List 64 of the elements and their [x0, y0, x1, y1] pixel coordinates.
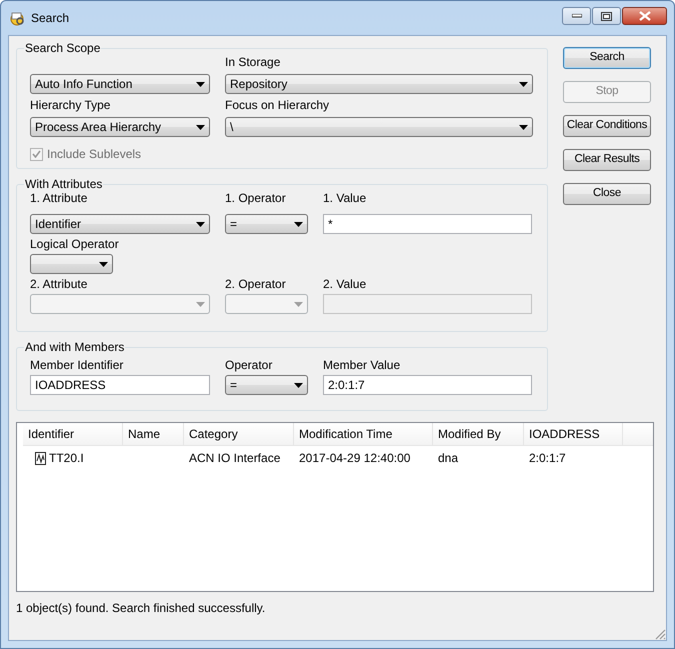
close-icon [638, 11, 650, 21]
field-label: 2. Attribute [30, 277, 88, 292]
dropdown[interactable]: Repository [225, 74, 533, 94]
checkbox-label: Include Sublevels [47, 147, 142, 162]
dialog-button[interactable]: Close [563, 183, 651, 205]
caret-icon [196, 222, 205, 227]
dropdown[interactable]: Auto Info Function [30, 74, 210, 94]
column-header[interactable]: Category [184, 423, 294, 446]
group-title: And with Members [24, 340, 126, 354]
field-label: Operator [225, 358, 274, 372]
field-label: 1. Operator [225, 191, 287, 206]
field-label: Member Value [323, 358, 402, 372]
app-icon [9, 10, 25, 26]
field-label: Hierarchy Type [30, 98, 112, 112]
field-label: 2. Operator [225, 277, 287, 292]
field-label: 1. Attribute [30, 191, 88, 206]
field-label: Logical Operator [30, 237, 120, 252]
column-header[interactable]: Modification Time [294, 423, 433, 446]
table-cell: 2017-04-29 12:40:00 [299, 451, 410, 466]
caret-icon [196, 82, 205, 86]
dialog-button[interactable]: Clear Results [563, 149, 651, 171]
caret-icon [294, 222, 303, 227]
minimize-button[interactable] [562, 7, 591, 25]
dropdown[interactable]: \ [225, 117, 533, 137]
dialog-button[interactable]: Search [563, 47, 651, 69]
caret-icon [519, 82, 528, 86]
minimize-icon [572, 14, 582, 18]
dropdown[interactable]: = [225, 214, 308, 234]
close-button[interactable] [622, 7, 667, 25]
caret-icon [196, 124, 205, 130]
column-header[interactable]: Name [123, 423, 184, 446]
input-field[interactable]: IOADDRESS [30, 375, 210, 396]
column-header[interactable]: Identifier [23, 423, 123, 446]
group-title: Search Scope [24, 41, 102, 55]
caret-icon [294, 382, 303, 388]
field-label: 2. Value [323, 277, 368, 292]
maximize-button[interactable] [592, 7, 621, 25]
column-header[interactable]: IOADDRESS [524, 423, 623, 446]
caret-icon [519, 124, 528, 130]
caret-icon [99, 262, 108, 267]
dropdown[interactable] [30, 254, 113, 274]
field-label: 1. Value [323, 191, 368, 206]
dropdown[interactable]: Process Area Hierarchy [30, 117, 210, 137]
column-header[interactable]: Modified By [433, 423, 524, 446]
dropdown[interactable]: Identifier [30, 214, 210, 234]
field-label: Member Identifier [30, 358, 124, 372]
signal-icon [35, 452, 46, 465]
field-label: In Storage [225, 55, 282, 69]
group-title: With Attributes [24, 177, 104, 192]
resize-grip-icon[interactable] [654, 628, 666, 640]
window-title: Search [31, 10, 70, 26]
table-cell: dna [438, 451, 458, 466]
caret-icon [196, 302, 205, 307]
table-cell: 2:0:1:7 [529, 451, 566, 466]
dialog-button[interactable]: Clear Conditions [563, 115, 651, 137]
dropdown[interactable]: = [225, 375, 308, 396]
field-label: Focus on Hierarchy [225, 98, 330, 112]
table-cell: TT20.I [49, 451, 84, 466]
input-field[interactable]: 2:0:1:7 [323, 375, 532, 396]
input-field[interactable]: * [323, 214, 532, 234]
caret-icon [294, 302, 303, 307]
maximize-icon [601, 12, 612, 20]
table-cell: ACN IO Interface [189, 451, 280, 466]
status-text: 1 object(s) found. Search finished successfully. [16, 601, 266, 616]
